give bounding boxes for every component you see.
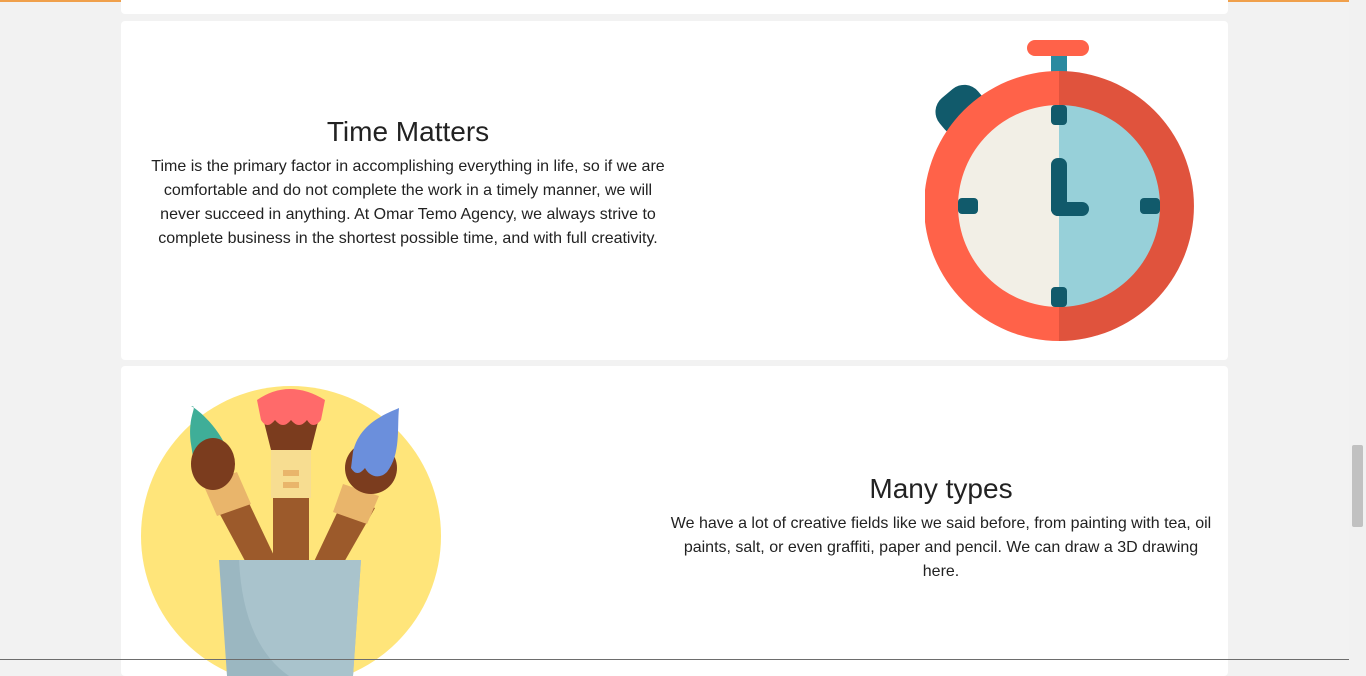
clock-tick-3 — [1140, 198, 1160, 214]
feature-text-time: Time Matters Time is the primary factor … — [149, 115, 667, 251]
scrollbar-thumb[interactable] — [1352, 445, 1363, 527]
page-scrollbar[interactable] — [1349, 0, 1366, 660]
feature-title-types: Many types — [869, 473, 1013, 504]
clock-tick-12 — [1051, 105, 1067, 125]
previous-feature-card — [121, 0, 1228, 14]
stopwatch-illustration — [925, 40, 1194, 341]
feature-card-time-matters: Time Matters Time is the primary factor … — [121, 21, 1228, 360]
clock-minute-hand — [1051, 202, 1089, 216]
feature-card-many-types: Many types We have a lot of creative fie… — [121, 366, 1228, 676]
feature-description-time: Time is the primary factor in accomplish… — [151, 158, 665, 247]
stopwatch-top-button — [1027, 40, 1089, 56]
paint-brushes-illustration — [141, 386, 441, 676]
feature-description-types: We have a lot of creative fields like we… — [670, 515, 1212, 580]
feature-title-time: Time Matters — [326, 116, 490, 147]
clock-tick-9 — [958, 198, 978, 214]
feature-text-types: Many types We have a lot of creative fie… — [669, 472, 1213, 584]
clock-tick-6 — [1051, 287, 1067, 307]
